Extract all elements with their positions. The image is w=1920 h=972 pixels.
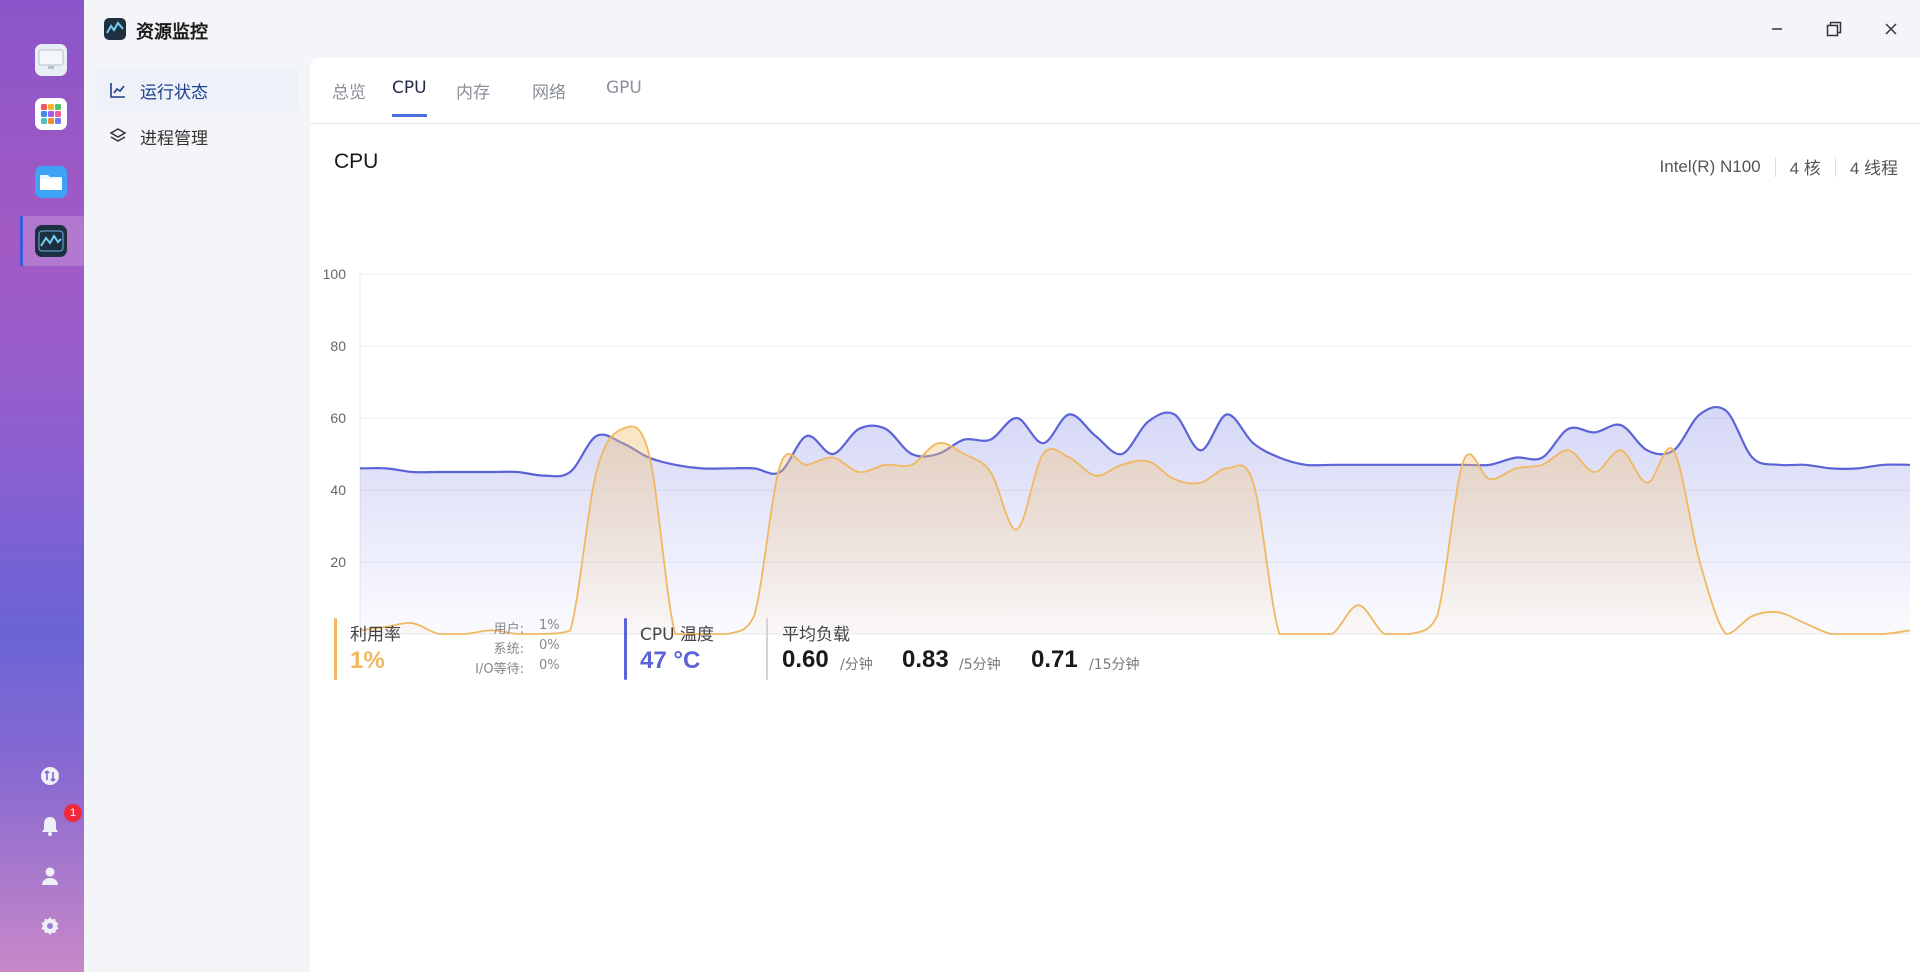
load-5min-unit: /5分钟 <box>959 657 1001 673</box>
tab-cpu[interactable]: CPU <box>392 78 427 117</box>
load-1min-unit: /分钟 <box>840 657 873 673</box>
usage-block: 利用率 1% 用户: 1% 系统: 0% I/O等待: 0% <box>334 618 594 680</box>
system-value: 0% <box>539 638 560 653</box>
sidebar: 运行状态 进程管理 <box>84 58 308 972</box>
tab-gpu[interactable]: GPU <box>606 78 642 114</box>
y-tick-label: 80 <box>330 338 346 354</box>
temperature-bar-accent <box>624 618 627 680</box>
io-wait-value: 0% <box>539 658 560 673</box>
tab-overview[interactable]: 总览 <box>332 78 366 119</box>
notification-badge: 1 <box>64 804 82 822</box>
tab-network[interactable]: 网络 <box>532 78 566 119</box>
load-bar-accent <box>766 618 768 680</box>
divider <box>1774 156 1776 177</box>
file-manager-icon[interactable] <box>35 166 67 198</box>
cpu-threads: 4 线程 <box>1849 159 1898 178</box>
y-tick-label: 20 <box>330 554 346 570</box>
user-icon[interactable] <box>38 864 62 888</box>
user-label: 用户: <box>493 622 524 637</box>
cpu-section-title: CPU <box>334 150 379 173</box>
cpu-info: Intel(R) N100 4 核 4 线程 <box>1660 154 1898 179</box>
load-15min-value: 0.71 <box>1031 646 1078 673</box>
app-store-icon[interactable] <box>35 98 67 130</box>
temperature-label: CPU 温度 <box>640 625 714 645</box>
cpu-cores: 4 核 <box>1789 159 1821 178</box>
window-title: 资源监控 <box>136 22 208 43</box>
title-bar: 资源监控 <box>84 0 1920 58</box>
stats-row: 利用率 1% 用户: 1% 系统: 0% I/O等待: 0% CPU 温度 47… <box>334 618 1834 698</box>
main-content: 总览 CPU 内存 网络 GPU CPU Intel(R) N100 4 核 4… <box>310 58 1920 972</box>
load-1min-value: 0.60 <box>782 646 829 673</box>
cpu-usage-chart: 100 80 60 40 20 <box>323 266 1911 635</box>
transfer-icon[interactable] <box>38 764 62 788</box>
y-tick-label: 60 <box>330 410 346 426</box>
load-15min-unit: /15分钟 <box>1089 657 1140 673</box>
resource-monitor-icon[interactable] <box>35 225 67 257</box>
usage-bar-accent <box>334 618 337 680</box>
sidebar-item-processes[interactable]: 进程管理 <box>96 114 298 158</box>
minimize-button[interactable] <box>1764 16 1790 42</box>
temperature-block: CPU 温度 47 °C <box>624 618 754 680</box>
maximize-button[interactable] <box>1821 16 1847 42</box>
user-value: 1% <box>539 618 560 633</box>
temperature-value: 47 °C <box>640 647 701 674</box>
load-5min-value: 0.83 <box>902 646 949 673</box>
tab-bar: 总览 CPU 内存 网络 GPU <box>310 58 1920 124</box>
load-average-block: 平均负载 0.60 /分钟 0.83 /5分钟 0.71 /15分钟 <box>766 618 1186 680</box>
desktop-dock: 1 <box>0 0 84 972</box>
io-wait-label: I/O等待: <box>475 662 524 677</box>
layers-icon <box>108 126 128 146</box>
sidebar-item-label: 进程管理 <box>140 128 208 149</box>
system-label: 系统: <box>493 642 524 657</box>
load-label: 平均负载 <box>782 625 850 645</box>
y-tick-label: 40 <box>330 482 346 498</box>
resource-monitor-window: 资源监控 运行状态 进程管理 总览 CPU 内存 网络 GPU CPU Inte… <box>84 0 1920 972</box>
sidebar-item-status[interactable]: 运行状态 <box>96 68 298 112</box>
settings-gear-icon[interactable] <box>38 914 62 938</box>
divider <box>1834 156 1836 177</box>
line-chart-icon <box>108 80 128 100</box>
sidebar-item-label: 运行状态 <box>140 82 208 103</box>
desktop-monitor-icon[interactable] <box>35 44 67 76</box>
bell-icon[interactable] <box>38 814 62 838</box>
y-tick-label: 100 <box>323 266 347 282</box>
tab-memory[interactable]: 内存 <box>456 78 490 119</box>
close-button[interactable] <box>1878 16 1904 42</box>
app-logo-icon <box>104 18 126 40</box>
cpu-model: Intel(R) N100 <box>1659 156 1761 176</box>
